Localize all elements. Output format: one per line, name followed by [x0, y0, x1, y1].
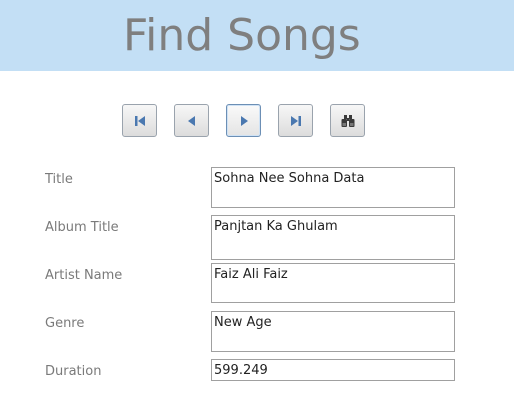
page-title: Find Songs: [123, 10, 361, 61]
first-record-icon: [134, 115, 145, 126]
header-bar: Find Songs: [0, 0, 514, 71]
genre-label: Genre: [45, 316, 85, 331]
find-button[interactable]: [330, 104, 365, 137]
next-record-icon: [240, 115, 248, 126]
previous-record-button[interactable]: [174, 104, 209, 137]
album-title-label: Album Title: [45, 220, 119, 235]
duration-field[interactable]: 599.249: [211, 359, 455, 381]
previous-record-icon: [187, 115, 195, 126]
album-title-field[interactable]: Panjtan Ka Ghulam: [211, 215, 455, 260]
last-record-icon: [290, 115, 301, 126]
last-record-button[interactable]: [278, 104, 313, 137]
title-label: Title: [45, 172, 73, 187]
genre-field[interactable]: New Age: [211, 311, 455, 352]
duration-label: Duration: [45, 364, 102, 379]
next-record-button[interactable]: [226, 104, 261, 137]
first-record-button[interactable]: [122, 104, 157, 137]
artist-name-field[interactable]: Faiz Ali Faiz: [211, 263, 455, 303]
title-field[interactable]: Sohna Nee Sohna Data: [211, 167, 455, 208]
binoculars-icon: [341, 114, 354, 127]
artist-name-label: Artist Name: [45, 268, 123, 283]
